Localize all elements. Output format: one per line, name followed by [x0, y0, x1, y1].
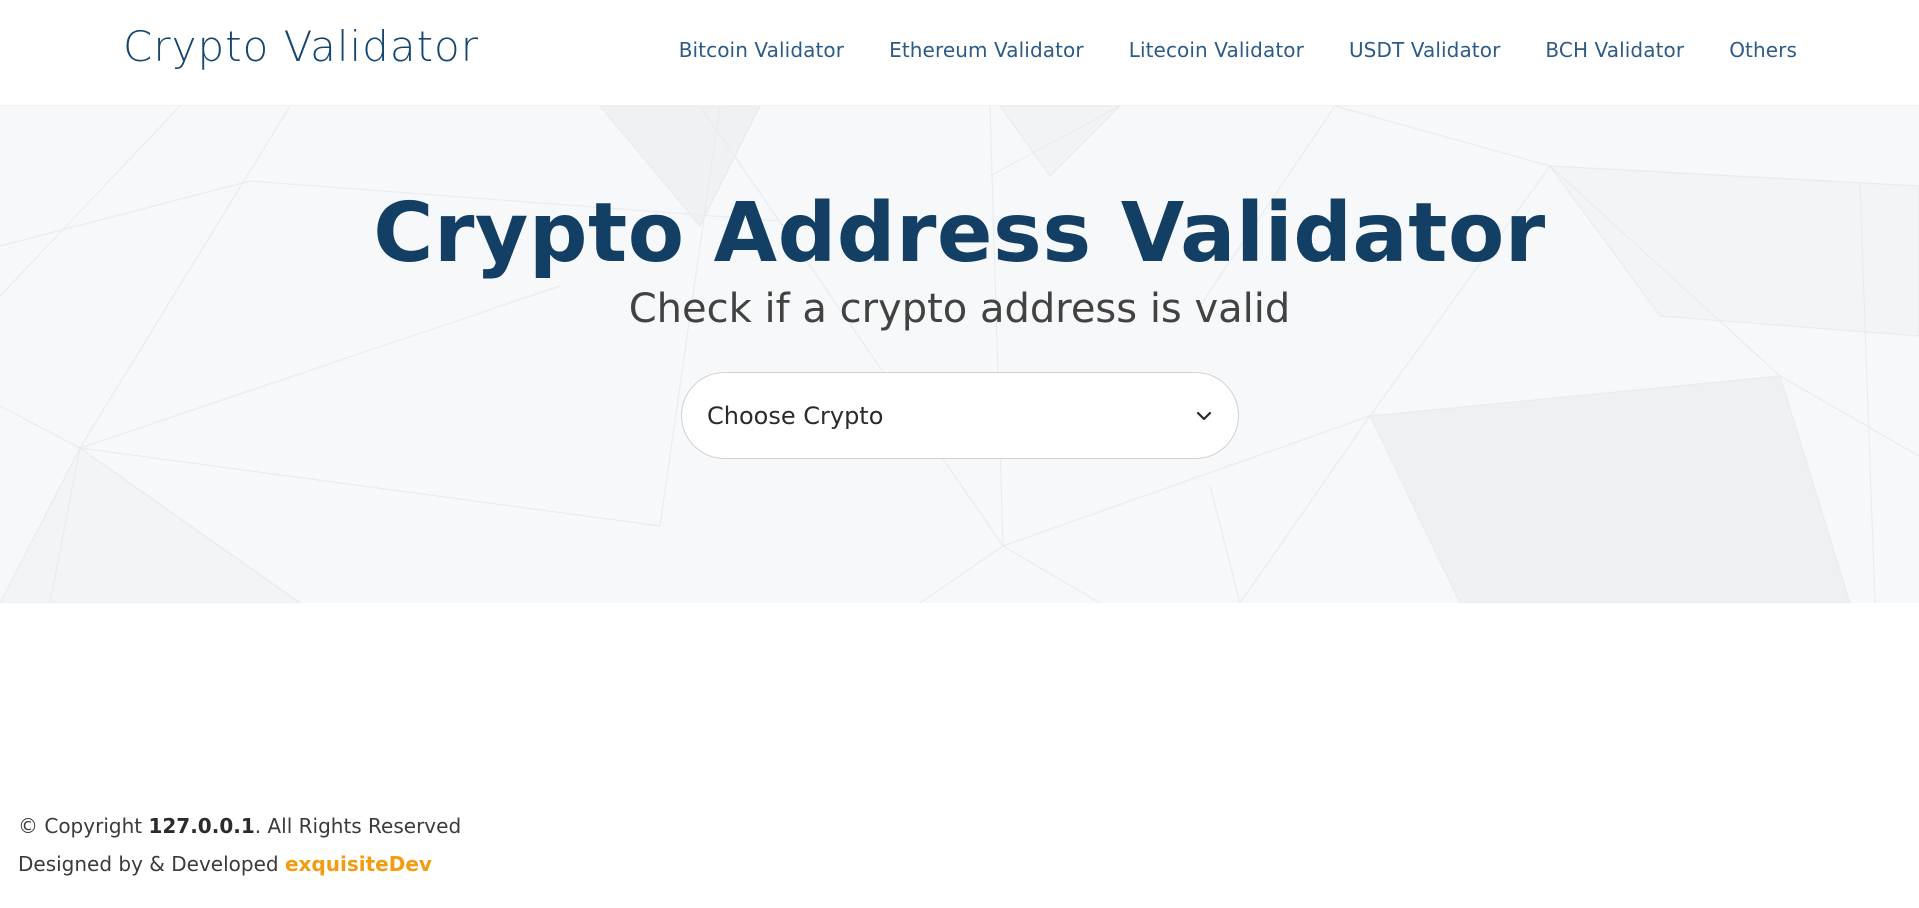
hero-background-pattern: [0, 106, 1919, 603]
brand-logo[interactable]: Crypto Validator: [123, 22, 479, 71]
nav-ethereum-validator[interactable]: Ethereum Validator: [889, 38, 1084, 62]
nav-others[interactable]: Others: [1729, 38, 1797, 62]
nav-bitcoin-validator[interactable]: Bitcoin Validator: [679, 38, 844, 62]
copyright-line: © Copyright 127.0.0.1. All Rights Reserv…: [18, 807, 461, 845]
nav-bch-validator[interactable]: BCH Validator: [1545, 38, 1684, 62]
crypto-select[interactable]: Choose Crypto: [681, 372, 1239, 459]
main-nav: Bitcoin Validator Ethereum Validator Lit…: [679, 38, 1797, 62]
nav-usdt-validator[interactable]: USDT Validator: [1349, 38, 1500, 62]
credits-text: Designed by & Developed: [18, 852, 285, 876]
copyright-suffix: . All Rights Reserved: [254, 814, 462, 838]
hero-section: Crypto Address Validator Check if a cryp…: [0, 106, 1919, 603]
copyright-site: 127.0.0.1: [148, 814, 255, 838]
page-subtitle: Check if a crypto address is valid: [628, 286, 1291, 332]
nav-litecoin-validator[interactable]: Litecoin Validator: [1129, 38, 1304, 62]
designer-link[interactable]: exquisiteDev: [285, 852, 432, 876]
crypto-select-value: Choose Crypto: [707, 401, 884, 430]
chevron-down-icon: [1196, 411, 1212, 420]
page: Crypto Validator Bitcoin Validator Ether…: [0, 0, 1919, 908]
credits-line: Designed by & Developed exquisiteDev: [18, 845, 461, 883]
page-title: Crypto Address Validator: [373, 186, 1546, 281]
site-footer: © Copyright 127.0.0.1. All Rights Reserv…: [18, 807, 461, 883]
copyright-prefix: © Copyright: [18, 814, 149, 838]
site-header: Crypto Validator Bitcoin Validator Ether…: [0, 0, 1919, 106]
